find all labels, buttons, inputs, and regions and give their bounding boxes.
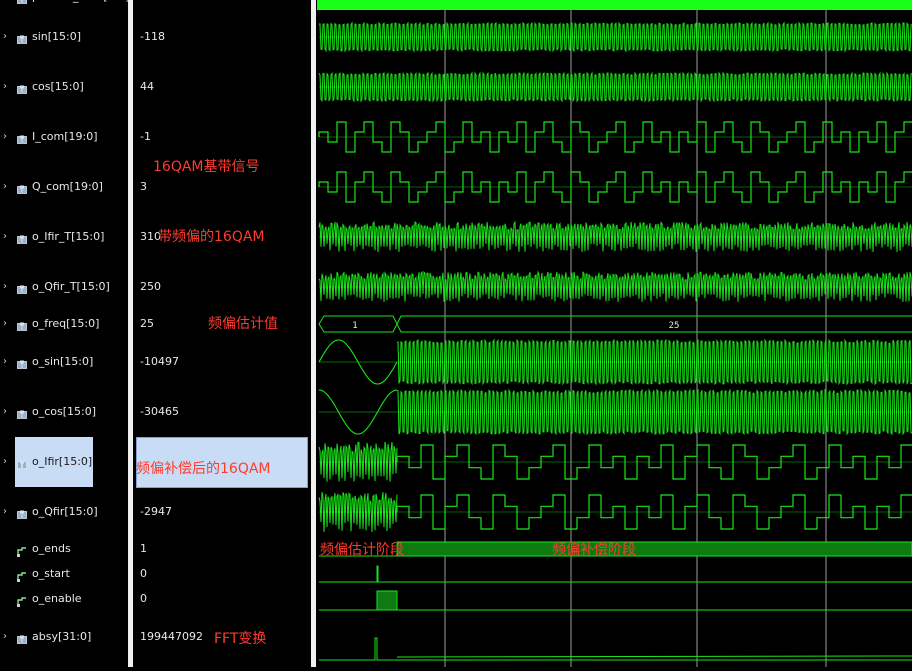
bus-icon: [17, 407, 27, 419]
annotation-with-offset: 带频偏的16QAM: [158, 229, 265, 245]
signal-row-qcom[interactable]: › Q_com[19:0]: [0, 177, 128, 197]
signal-value: -118: [140, 30, 165, 43]
bus-icon: [17, 82, 27, 94]
signal-name: o_start: [32, 567, 70, 580]
bus-label: 25: [669, 321, 680, 331]
bus-icon: [17, 282, 27, 294]
annotation-estimate-phase: 频偏估计阶段: [320, 542, 404, 558]
signal-value: 0: [140, 567, 147, 580]
annotation-baseband: 16QAM基带信号: [153, 159, 260, 175]
signal-name: o_cos[15:0]: [32, 405, 97, 418]
bus-icon: [17, 507, 27, 519]
chevron-right-icon[interactable]: ›: [3, 0, 7, 7]
bit-icon: [17, 544, 27, 557]
wave-oends-high: [396, 541, 912, 557]
chevron-right-icon[interactable]: ›: [3, 627, 7, 647]
wave-parallel-data: [317, 0, 912, 10]
signal-name: Q_com[19:0]: [32, 180, 103, 193]
chevron-right-icon[interactable]: ›: [3, 277, 7, 297]
annotation-fft: FFT变换: [214, 631, 267, 647]
bit-icon: [17, 569, 27, 582]
chevron-right-icon[interactable]: ›: [3, 77, 7, 97]
signal-row-oqfir[interactable]: › o_Qfir[15:0]: [0, 502, 128, 522]
signal-name: o_Qfir[15:0]: [32, 505, 98, 518]
signal-value: -30465: [140, 405, 179, 418]
chevron-right-icon[interactable]: ›: [3, 314, 7, 334]
bus-icon: [17, 319, 27, 331]
signal-name: o_enable: [32, 592, 82, 605]
waveform-panel[interactable]: 1 25: [317, 0, 912, 667]
signal-name: absy[31:0]: [32, 630, 92, 643]
signal-value: 3: [140, 180, 147, 193]
signal-row-parallel[interactable]: › parallel_data[3:0]: [0, 0, 130, 7]
signal-row-oifir[interactable]: › o_Ifir[15:0]: [0, 452, 128, 472]
waveform-canvas[interactable]: 1 25: [317, 0, 912, 667]
wave-ostart: [319, 565, 912, 583]
signal-name: o_Qfir_T[15:0]: [32, 280, 110, 293]
chevron-right-icon[interactable]: ›: [3, 227, 7, 247]
chevron-right-icon[interactable]: ›: [3, 452, 7, 472]
signal-name: sin[15:0]: [32, 30, 82, 43]
chevron-right-icon[interactable]: ›: [3, 177, 7, 197]
annotation-compensate-phase: 频偏补偿阶段: [552, 542, 636, 558]
signal-name: o_freq[15:0]: [32, 317, 100, 330]
bus-icon: [17, 357, 27, 369]
chevron-right-icon[interactable]: ›: [3, 352, 7, 372]
signal-name-panel: ›parallel_data[3:0]›sin[15:0]›cos[15:0]›…: [0, 0, 130, 667]
signal-row-oends[interactable]: o_ends: [0, 539, 128, 559]
signal-value-panel: 3-11844-1331025025-10497-30465-1065-2947…: [133, 0, 311, 667]
bus-icon: [17, 232, 27, 244]
signal-row-osin[interactable]: › o_sin[15:0]: [0, 352, 128, 372]
signal-row-oifirt[interactable]: › o_Ifir_T[15:0]: [0, 227, 128, 247]
signal-row-sin[interactable]: › sin[15:0]: [0, 27, 128, 47]
signal-name: I_com[19:0]: [32, 130, 98, 143]
signal-row-ocos[interactable]: › o_cos[15:0]: [0, 402, 128, 422]
bus-segment-after: [396, 315, 912, 333]
signal-name: o_ends: [32, 542, 71, 555]
signal-name: cos[15:0]: [32, 80, 84, 93]
chevron-right-icon[interactable]: ›: [3, 27, 7, 47]
bit-icon: [17, 594, 27, 607]
chevron-right-icon[interactable]: ›: [3, 502, 7, 522]
bus-segment-before: [318, 315, 398, 333]
signal-name: o_Ifir[15:0]: [32, 455, 93, 468]
column-divider[interactable]: [311, 0, 316, 667]
bus-icon: [17, 182, 27, 194]
bus-icon: [17, 32, 27, 44]
bus-label: 1: [352, 321, 357, 331]
signal-name: o_sin[15:0]: [32, 355, 94, 368]
bus-icon: [17, 132, 27, 144]
signal-row-cos[interactable]: › cos[15:0]: [0, 77, 128, 97]
wave-oenable-high: [376, 590, 398, 611]
signal-row-ostart[interactable]: o_start: [0, 564, 128, 584]
signal-row-oqfirt[interactable]: › o_Qfir_T[15:0]: [0, 277, 128, 297]
signal-name: o_Ifir_T[15:0]: [32, 230, 105, 243]
signal-value: -2947: [140, 505, 172, 518]
signal-row-absy[interactable]: › absy[31:0]: [0, 627, 128, 647]
signal-value: 250: [140, 280, 161, 293]
signal-value: 0: [140, 592, 147, 605]
signal-value: 44: [140, 80, 154, 93]
signal-row-oenable[interactable]: o_enable: [0, 589, 128, 609]
bus-icon: [17, 0, 27, 4]
chevron-right-icon[interactable]: ›: [3, 402, 7, 422]
signal-value: 199447092: [140, 630, 203, 643]
annotation-compensated: 频偏补偿后的16QAM: [136, 461, 271, 477]
wave-absy-level: [396, 655, 912, 658]
signal-value: -10497: [140, 355, 179, 368]
signal-value: 1: [140, 542, 147, 555]
bus-icon: [17, 632, 27, 644]
signal-row-icom[interactable]: › I_com[19:0]: [0, 127, 128, 147]
annotation-estimate-value: 频偏估计值: [208, 316, 278, 332]
chevron-right-icon[interactable]: ›: [3, 127, 7, 147]
bus-icon: [17, 457, 27, 469]
signal-value: 25: [140, 317, 154, 330]
signal-row-ofreq[interactable]: › o_freq[15:0]: [0, 314, 128, 334]
signal-value: -1: [140, 130, 151, 143]
signal-name: parallel_data[3:0]: [32, 0, 130, 7]
signal-value: 3: [140, 0, 147, 7]
